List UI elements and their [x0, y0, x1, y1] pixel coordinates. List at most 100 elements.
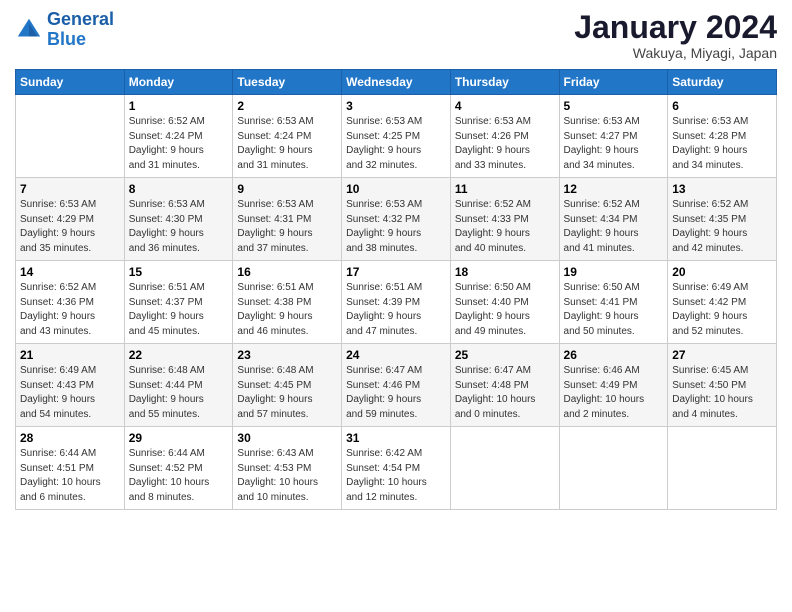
- header-day: Sunday: [16, 70, 125, 95]
- day-info: Sunrise: 6:52 AM Sunset: 4:35 PM Dayligh…: [672, 198, 772, 256]
- day-info: Sunrise: 6:53 AM Sunset: 4:24 PM Dayligh…: [237, 115, 337, 173]
- calendar-cell: 27Sunrise: 6:45 AM Sunset: 4:50 PM Dayli…: [668, 344, 777, 427]
- header-day: Tuesday: [233, 70, 342, 95]
- calendar-cell: 19Sunrise: 6:50 AM Sunset: 4:41 PM Dayli…: [559, 261, 668, 344]
- day-number: 30: [237, 431, 337, 445]
- logo-icon: [15, 16, 43, 44]
- day-info: Sunrise: 6:52 AM Sunset: 4:34 PM Dayligh…: [564, 198, 664, 256]
- calendar-cell: 29Sunrise: 6:44 AM Sunset: 4:52 PM Dayli…: [124, 427, 233, 510]
- calendar-cell: 20 Sunrise: 6:49 AM Sunset: 4:42 PM Dayli…: [668, 261, 777, 344]
- day-number: 18: [455, 265, 555, 279]
- day-info: Sunrise: 6:51 AM Sunset: 4:39 PM Dayligh…: [346, 281, 446, 339]
- calendar-week: 7Sunrise: 6:53 AM Sunset: 4:29 PM Daylig…: [16, 178, 777, 261]
- header-day: Thursday: [450, 70, 559, 95]
- logo-line2: Blue: [47, 29, 86, 49]
- day-info: Sunrise: 6:51 AM Sunset: 4:38 PM Dayligh…: [237, 281, 337, 339]
- day-number: 21: [20, 348, 120, 362]
- day-number: 14: [20, 265, 120, 279]
- day-number: 31: [346, 431, 446, 445]
- day-number: 12: [564, 182, 664, 196]
- header-day: Monday: [124, 70, 233, 95]
- header-row: SundayMondayTuesdayWednesdayThursdayFrid…: [16, 70, 777, 95]
- day-number: 11: [455, 182, 555, 196]
- calendar-cell: 5 Sunrise: 6:53 AM Sunset: 4:27 PM Daylig…: [559, 95, 668, 178]
- header-day: Friday: [559, 70, 668, 95]
- day-number: 2: [237, 99, 337, 113]
- day-info: Sunrise: 6:53 AM Sunset: 4:25 PM Dayligh…: [346, 115, 446, 173]
- calendar-cell: 21 Sunrise: 6:49 AM Sunset: 4:43 PM Dayli…: [16, 344, 125, 427]
- calendar-cell: 11 Sunrise: 6:52 AM Sunset: 4:33 PM Dayli…: [450, 178, 559, 261]
- day-info: Sunrise: 6:53 AM Sunset: 4:30 PM Dayligh…: [129, 198, 229, 256]
- day-info: Sunrise: 6:53 AM Sunset: 4:27 PM Dayligh…: [564, 115, 664, 173]
- logo: General Blue: [15, 10, 114, 50]
- calendar-cell: [450, 427, 559, 510]
- day-info: Sunrise: 6:47 AM Sunset: 4:48 PM Dayligh…: [455, 364, 555, 422]
- day-info: Sunrise: 6:52 AM Sunset: 4:24 PM Dayligh…: [129, 115, 229, 173]
- calendar-cell: 15 Sunrise: 6:51 AM Sunset: 4:37 PM Dayli…: [124, 261, 233, 344]
- day-info: Sunrise: 6:48 AM Sunset: 4:44 PM Dayligh…: [129, 364, 229, 422]
- calendar-cell: 24 Sunrise: 6:47 AM Sunset: 4:46 PM Dayli…: [342, 344, 451, 427]
- header: General Blue January 2024 Wakuya, Miyagi…: [15, 10, 777, 61]
- page: General Blue January 2024 Wakuya, Miyagi…: [0, 0, 792, 612]
- calendar-cell: 14 Sunrise: 6:52 AM Sunset: 4:36 PM Dayli…: [16, 261, 125, 344]
- calendar-cell: 22 Sunrise: 6:48 AM Sunset: 4:44 PM Dayli…: [124, 344, 233, 427]
- day-info: Sunrise: 6:52 AM Sunset: 4:33 PM Dayligh…: [455, 198, 555, 256]
- calendar-week: 21 Sunrise: 6:49 AM Sunset: 4:43 PM Dayli…: [16, 344, 777, 427]
- day-number: 24: [346, 348, 446, 362]
- calendar-cell: 3Sunrise: 6:53 AM Sunset: 4:25 PM Daylig…: [342, 95, 451, 178]
- day-number: 27: [672, 348, 772, 362]
- day-info: Sunrise: 6:50 AM Sunset: 4:40 PM Dayligh…: [455, 281, 555, 339]
- calendar-week: 14 Sunrise: 6:52 AM Sunset: 4:36 PM Dayli…: [16, 261, 777, 344]
- calendar-cell: 12 Sunrise: 6:52 AM Sunset: 4:34 PM Dayli…: [559, 178, 668, 261]
- day-number: 23: [237, 348, 337, 362]
- calendar-cell: 25Sunrise: 6:47 AM Sunset: 4:48 PM Dayli…: [450, 344, 559, 427]
- calendar-cell: 23Sunrise: 6:48 AM Sunset: 4:45 PM Dayli…: [233, 344, 342, 427]
- day-number: 4: [455, 99, 555, 113]
- day-info: Sunrise: 6:50 AM Sunset: 4:41 PM Dayligh…: [564, 281, 664, 339]
- title-block: January 2024 Wakuya, Miyagi, Japan: [574, 10, 777, 61]
- calendar-cell: 26Sunrise: 6:46 AM Sunset: 4:49 PM Dayli…: [559, 344, 668, 427]
- day-number: 13: [672, 182, 772, 196]
- day-number: 20: [672, 265, 772, 279]
- calendar-cell: 4 Sunrise: 6:53 AM Sunset: 4:26 PM Daylig…: [450, 95, 559, 178]
- day-number: 26: [564, 348, 664, 362]
- day-info: Sunrise: 6:43 AM Sunset: 4:53 PM Dayligh…: [237, 447, 337, 505]
- day-info: Sunrise: 6:53 AM Sunset: 4:26 PM Dayligh…: [455, 115, 555, 173]
- day-info: Sunrise: 6:49 AM Sunset: 4:43 PM Dayligh…: [20, 364, 120, 422]
- day-info: Sunrise: 6:44 AM Sunset: 4:51 PM Dayligh…: [20, 447, 120, 505]
- day-number: 5: [564, 99, 664, 113]
- day-number: 15: [129, 265, 229, 279]
- day-number: 22: [129, 348, 229, 362]
- day-number: 6: [672, 99, 772, 113]
- calendar-week: 1 Sunrise: 6:52 AM Sunset: 4:24 PM Daylig…: [16, 95, 777, 178]
- day-number: 29: [129, 431, 229, 445]
- day-info: Sunrise: 6:53 AM Sunset: 4:28 PM Dayligh…: [672, 115, 772, 173]
- day-info: Sunrise: 6:49 AM Sunset: 4:42 PM Dayligh…: [672, 281, 772, 339]
- day-info: Sunrise: 6:51 AM Sunset: 4:37 PM Dayligh…: [129, 281, 229, 339]
- calendar-cell: 8 Sunrise: 6:53 AM Sunset: 4:30 PM Daylig…: [124, 178, 233, 261]
- calendar-cell: 16 Sunrise: 6:51 AM Sunset: 4:38 PM Dayli…: [233, 261, 342, 344]
- day-info: Sunrise: 6:52 AM Sunset: 4:36 PM Dayligh…: [20, 281, 120, 339]
- day-info: Sunrise: 6:47 AM Sunset: 4:46 PM Dayligh…: [346, 364, 446, 422]
- day-number: 10: [346, 182, 446, 196]
- calendar-cell: 28 Sunrise: 6:44 AM Sunset: 4:51 PM Dayli…: [16, 427, 125, 510]
- calendar-cell: 13 Sunrise: 6:52 AM Sunset: 4:35 PM Dayli…: [668, 178, 777, 261]
- calendar-cell: [668, 427, 777, 510]
- logo-line1: General: [47, 9, 114, 29]
- header-day: Saturday: [668, 70, 777, 95]
- day-number: 16: [237, 265, 337, 279]
- calendar-table: SundayMondayTuesdayWednesdayThursdayFrid…: [15, 69, 777, 510]
- day-number: 28: [20, 431, 120, 445]
- day-info: Sunrise: 6:53 AM Sunset: 4:29 PM Dayligh…: [20, 198, 120, 256]
- header-day: Wednesday: [342, 70, 451, 95]
- day-number: 1: [129, 99, 229, 113]
- day-info: Sunrise: 6:53 AM Sunset: 4:32 PM Dayligh…: [346, 198, 446, 256]
- calendar-cell: 9Sunrise: 6:53 AM Sunset: 4:31 PM Daylig…: [233, 178, 342, 261]
- calendar-cell: 6 Sunrise: 6:53 AM Sunset: 4:28 PM Daylig…: [668, 95, 777, 178]
- day-info: Sunrise: 6:53 AM Sunset: 4:31 PM Dayligh…: [237, 198, 337, 256]
- calendar-cell: 1 Sunrise: 6:52 AM Sunset: 4:24 PM Daylig…: [124, 95, 233, 178]
- day-number: 17: [346, 265, 446, 279]
- calendar-cell: 31Sunrise: 6:42 AM Sunset: 4:54 PM Dayli…: [342, 427, 451, 510]
- day-number: 8: [129, 182, 229, 196]
- calendar-cell: 10 Sunrise: 6:53 AM Sunset: 4:32 PM Dayli…: [342, 178, 451, 261]
